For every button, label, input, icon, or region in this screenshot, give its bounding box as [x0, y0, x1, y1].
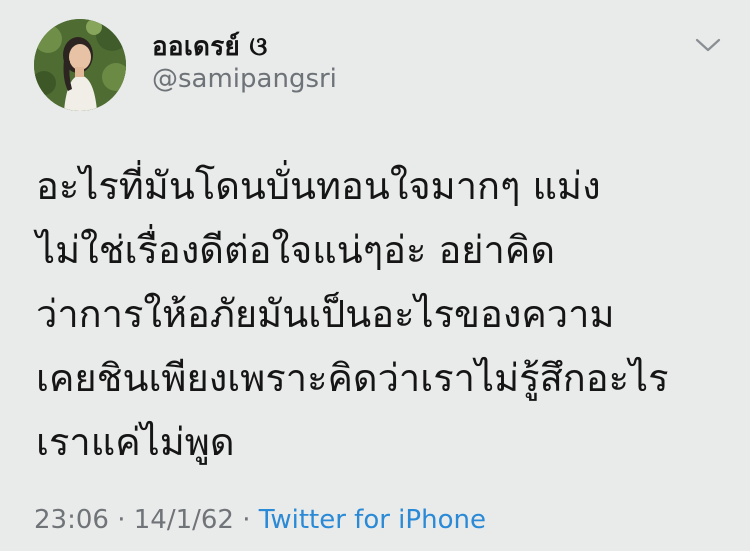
display-name[interactable]: ออเดรย์ ଓ: [152, 26, 268, 67]
tweet-card: ออเดรย์ ଓ @samipangsri อะไรที่มันโดนบั่น…: [0, 0, 750, 551]
chevron-down-icon[interactable]: [693, 33, 723, 57]
tweet-text-line: ว่าการให้อภัยมันเป็นอะไรของความ: [36, 292, 615, 336]
tweet-text-line: อะไรที่มันโดนบั่นทอนใจมากๆ แม่ง: [36, 164, 601, 208]
meta-separator: ·: [242, 505, 251, 535]
tweet-metadata: 23:06 · 14/1/62 · Twitter for iPhone: [34, 505, 486, 535]
tweet-source-link[interactable]: Twitter for iPhone: [259, 505, 486, 535]
user-handle[interactable]: @samipangsri: [152, 64, 337, 94]
tweet-text-line: เคยชินเพียงเพราะคิดว่าเราไม่รู้สึกอะไร: [36, 356, 669, 400]
tweet-time[interactable]: 23:06: [34, 505, 109, 535]
tweet-text: อะไรที่มันโดนบั่นทอนใจมากๆ แม่ง ไม่ใช่เร…: [36, 154, 736, 474]
avatar[interactable]: [34, 19, 126, 111]
tweet-date[interactable]: 14/1/62: [134, 505, 234, 535]
tweet-text-line: ไม่ใช่เรื่องดีต่อใจแน่ๆอ่ะ อย่าคิด: [36, 228, 555, 272]
meta-separator: ·: [117, 505, 126, 535]
tweet-text-line: เราแค่ไม่พูด: [36, 420, 235, 464]
avatar-photo: [34, 19, 126, 111]
